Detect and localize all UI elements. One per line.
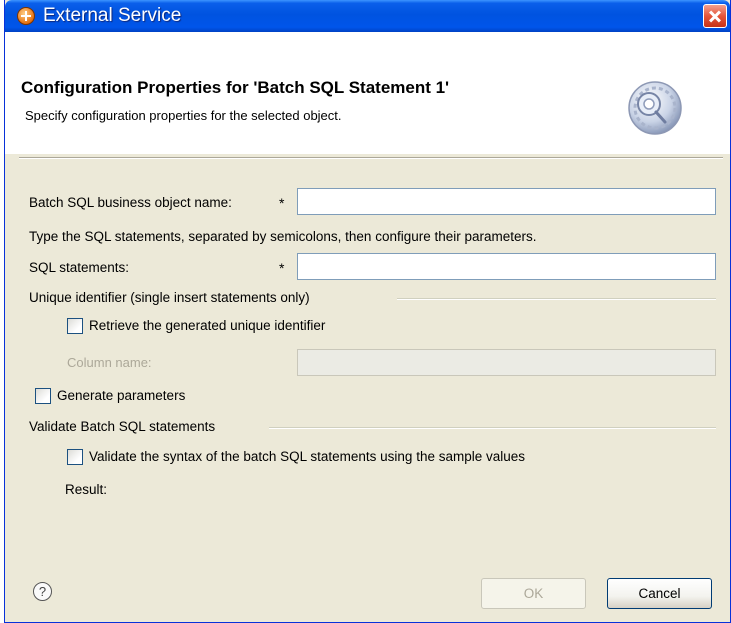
instructions-text: Type the SQL statements, separated by se… — [29, 229, 537, 244]
sql-statements-label: SQL statements: — [29, 260, 130, 275]
page-title: Configuration Properties for 'Batch SQL … — [21, 78, 450, 97]
sql-required-marker: * — [279, 260, 285, 276]
column-name-field[interactable] — [297, 349, 716, 376]
bo-name-field[interactable] — [297, 188, 716, 215]
dialog-window: External Service Configuration Propertie… — [4, 0, 731, 623]
sql-statements-field[interactable] — [297, 253, 716, 280]
close-button[interactable] — [703, 4, 727, 28]
page-description: Specify configuration properties for the… — [25, 108, 342, 123]
window-title: External Service — [43, 5, 182, 26]
ok-button[interactable]: OK — [481, 578, 586, 609]
bo-name-input[interactable] — [298, 189, 715, 214]
validate-group-label: Validate Batch SQL statements — [29, 419, 216, 434]
validate-syntax-label[interactable]: Validate the syntax of the batch SQL sta… — [89, 449, 525, 464]
column-name-label: Column name: — [67, 355, 152, 370]
validate-group-divider — [269, 427, 716, 429]
retrieve-identifier-label[interactable]: Retrieve the generated unique identifier — [89, 318, 325, 333]
bo-name-label: Batch SQL business object name: — [29, 195, 232, 210]
help-icon[interactable]: ? — [33, 582, 52, 601]
wizard-gear-icon — [628, 81, 682, 135]
bo-name-required-marker: * — [279, 195, 285, 211]
column-name-input[interactable] — [298, 350, 715, 375]
unique-group-divider — [397, 298, 716, 300]
unique-identifier-group-label: Unique identifier (single insert stateme… — [29, 290, 310, 305]
app-icon — [17, 7, 35, 25]
validate-syntax-checkbox[interactable] — [67, 449, 83, 465]
generate-parameters-checkbox[interactable] — [35, 388, 51, 404]
cancel-button[interactable]: Cancel — [607, 578, 712, 609]
sql-statements-input[interactable] — [298, 254, 715, 279]
retrieve-identifier-checkbox[interactable] — [67, 318, 83, 334]
title-bar[interactable]: External Service — [5, 0, 730, 32]
header-separator — [19, 157, 723, 159]
result-label: Result: — [65, 482, 108, 497]
generate-parameters-label[interactable]: Generate parameters — [57, 388, 185, 403]
